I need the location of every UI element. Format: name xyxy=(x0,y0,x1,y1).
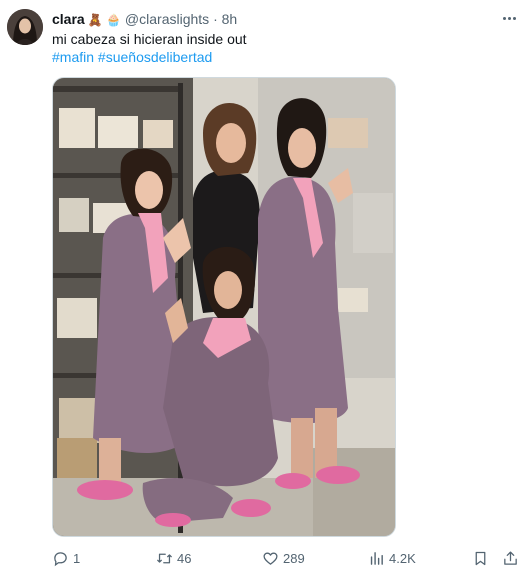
reply-button[interactable]: 1 xyxy=(52,548,80,568)
tweet-text: mi cabeza si hicieran inside out xyxy=(52,31,247,47)
hashtag-suenosdelibertad[interactable]: #sueñosdelibertad xyxy=(98,49,212,65)
heart-icon xyxy=(263,552,278,565)
like-button[interactable]: 289 xyxy=(262,548,305,568)
retweet-icon xyxy=(157,553,172,563)
bookmark-button[interactable] xyxy=(472,548,489,568)
author-name[interactable]: clara xyxy=(52,11,85,27)
retweet-count: 46 xyxy=(177,550,192,566)
author-handle[interactable]: @claraslights xyxy=(125,11,209,27)
tweet-actions: 1 46 289 4.2K xyxy=(52,548,524,568)
views-count: 4.2K xyxy=(389,550,416,566)
reply-count: 1 xyxy=(73,550,81,566)
views-button[interactable]: 4.2K xyxy=(368,548,416,568)
tweet-timestamp[interactable]: 8h xyxy=(222,11,238,27)
share-icon xyxy=(504,550,517,565)
tweet-hashtags: #mafin #sueñosdelibertad xyxy=(52,48,212,66)
reply-icon xyxy=(54,551,67,566)
author-emojis: 🧸 🧁 xyxy=(87,13,121,27)
tweet-photo[interactable] xyxy=(52,77,396,537)
avatar[interactable] xyxy=(7,9,43,45)
photo-illustration xyxy=(53,78,395,536)
like-count: 289 xyxy=(283,550,305,566)
separator-dot: · xyxy=(213,11,218,27)
tweet-card: clara 🧸 🧁 @claraslights · 8h mi cabeza si … xyxy=(0,0,532,577)
retweet-button[interactable]: 46 xyxy=(156,548,191,568)
hashtag-mafin[interactable]: #mafin xyxy=(52,49,94,65)
views-icon xyxy=(370,551,383,565)
tweet-header: clara 🧸 🧁 @claraslights · 8h xyxy=(52,10,237,29)
bookmark-icon xyxy=(475,551,486,565)
share-button[interactable] xyxy=(502,548,519,568)
more-icon[interactable] xyxy=(498,9,520,27)
